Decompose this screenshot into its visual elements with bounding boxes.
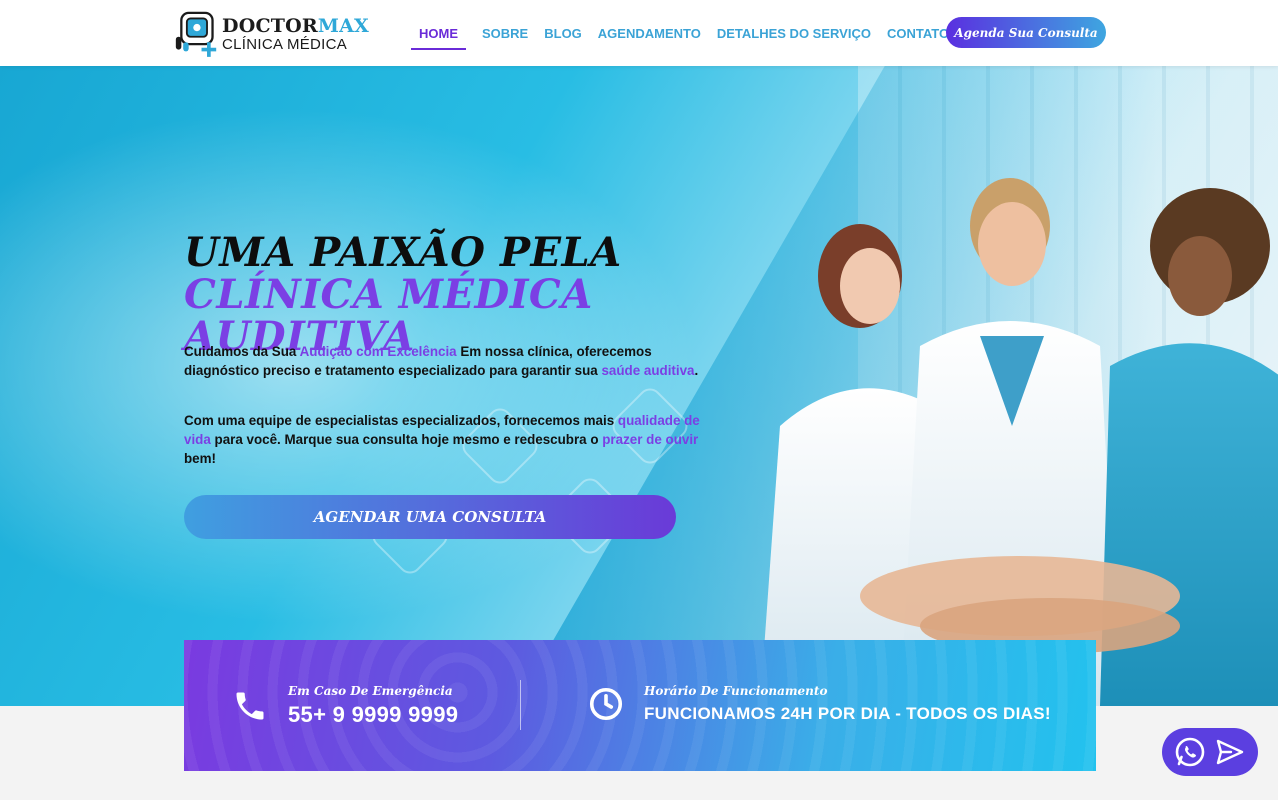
schedule-consultation-button[interactable]: AGENDAR UMA CONSULTA [184, 495, 676, 539]
clock-icon [589, 687, 623, 721]
nav-detalhes-do-servico[interactable]: DETALHES DO SERVIÇO [717, 0, 871, 66]
hours-label: Horário De Funcionamento [644, 684, 828, 698]
hero-headline: UMA PAIXÃO PELA CLÍNICA MÉDICA AUDITIVA [184, 229, 622, 360]
emergency-phone: 55+ 9 9999 9999 [288, 702, 459, 727]
opening-hours: Horário De Funcionamento FUNCIONAMOS 24H… [588, 684, 1051, 724]
hearing-device-logo-icon [175, 11, 217, 57]
contact-info-bar: Em Caso De Emergência 55+ 9 9999 9999 Ho… [184, 640, 1096, 771]
send-icon[interactable] [1212, 734, 1248, 770]
info-divider [520, 680, 521, 730]
hero-paragraph-1: Cuidamos da Sua Audição com Excelência E… [184, 344, 699, 378]
hours-value: FUNCIONAMOS 24H POR DIA - TODOS OS DIAS! [644, 704, 1051, 723]
logo[interactable]: DOCTORMAX CLÍNICA MÉDICA [174, 8, 369, 60]
site-header: DOCTORMAX CLÍNICA MÉDICA HOME SOBRE BLOG… [0, 0, 1278, 66]
nav-agendamento[interactable]: AGENDAMENTO [598, 0, 701, 66]
hero-paragraph-2: Com uma equipe de especialistas especial… [184, 413, 700, 466]
emergency-contact[interactable]: Em Caso De Emergência 55+ 9 9999 9999 [232, 684, 458, 728]
medical-team-photo [760, 178, 1278, 706]
logo-subtitle: CLÍNICA MÉDICA [222, 35, 348, 53]
chat-widget[interactable] [1162, 728, 1258, 776]
emergency-label: Em Caso De Emergência [288, 684, 453, 698]
hero-section: UMA PAIXÃO PELA CLÍNICA MÉDICA AUDITIVA … [0, 66, 1278, 706]
book-appointment-button[interactable]: Agenda Sua Consulta [946, 17, 1106, 48]
nav-blog[interactable]: BLOG [544, 0, 582, 66]
nav-home[interactable]: HOME [411, 0, 466, 66]
logo-title: DOCTORMAX [222, 14, 369, 37]
main-nav: HOME SOBRE BLOG AGENDAMENTO DETALHES DO … [411, 0, 949, 66]
nav-sobre[interactable]: SOBRE [482, 0, 528, 66]
whatsapp-icon[interactable] [1172, 734, 1208, 770]
nav-contato[interactable]: CONTATO [887, 0, 949, 66]
phone-icon [236, 692, 264, 720]
